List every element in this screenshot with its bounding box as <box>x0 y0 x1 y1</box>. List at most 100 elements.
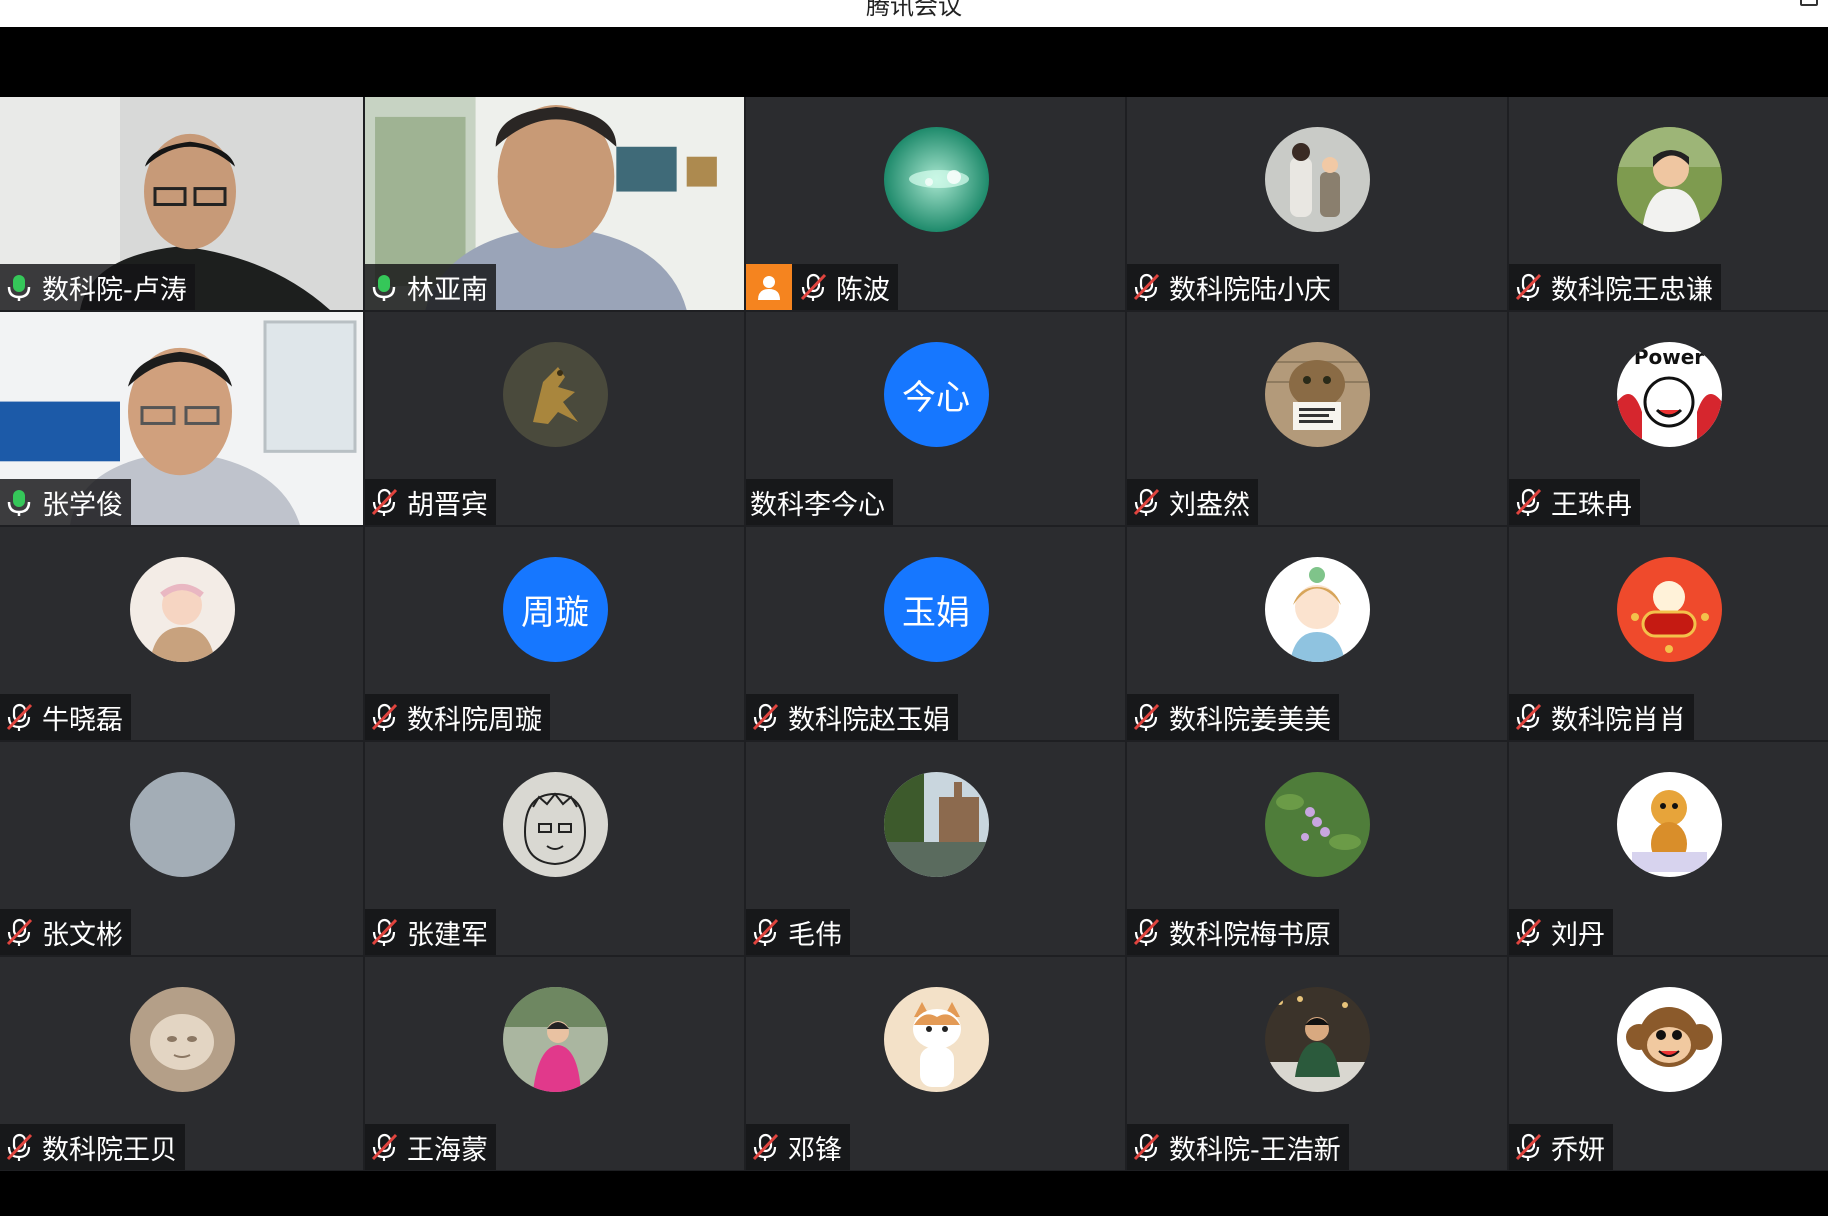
microphone-muted-icon[interactable] <box>1513 1132 1543 1162</box>
participant-tile[interactable]: 数科院-卢涛 <box>0 97 363 310</box>
name-tag: 数科李今心 <box>746 479 893 525</box>
microphone-muted-icon[interactable] <box>1513 917 1543 947</box>
maximize-icon[interactable] <box>1800 0 1818 6</box>
participant-tile[interactable]: 牛晓磊 <box>0 527 363 740</box>
participant-tile[interactable]: 数科院-王浩新 <box>1127 957 1507 1170</box>
participant-name: 刘盎然 <box>1169 489 1250 521</box>
microphone-muted-icon[interactable] <box>1131 917 1161 947</box>
microphone-muted-icon[interactable] <box>798 272 828 302</box>
microphone-muted-icon[interactable] <box>4 917 34 947</box>
participant-tile[interactable]: 张建军 <box>365 742 744 955</box>
participant-tile[interactable]: 林亚南 <box>365 97 744 310</box>
participant-tile[interactable]: 刘盎然 <box>1127 312 1507 525</box>
participant-name: 王海蒙 <box>407 1134 488 1166</box>
bottom-toolbar <box>0 1171 1828 1216</box>
microphone-muted-icon[interactable] <box>1513 272 1543 302</box>
participant-tile[interactable]: Power 王珠冉 <box>1509 312 1828 525</box>
name-tag: 数科院-卢涛 <box>0 264 195 310</box>
text-avatar: 今心 <box>883 342 989 447</box>
name-tag: 数科院肖肖 <box>1509 694 1694 740</box>
name-tag: 乔妍 <box>1509 1124 1613 1170</box>
microphone-muted-icon[interactable] <box>1513 487 1543 517</box>
participant-tile[interactable]: 数科院肖肖 <box>1509 527 1828 740</box>
microphone-muted-icon[interactable] <box>1513 702 1543 732</box>
name-tag: 数科院赵玉娟 <box>746 694 958 740</box>
avatar <box>129 557 235 662</box>
name-tag: 数科院梅书原 <box>1127 909 1339 955</box>
participant-tile[interactable]: 毛伟 <box>746 742 1125 955</box>
participant-name: 邓锋 <box>788 1134 842 1166</box>
avatar <box>1265 987 1370 1092</box>
microphone-muted-icon[interactable] <box>369 917 399 947</box>
name-tag: 数科院王贝 <box>0 1124 185 1170</box>
participant-name: 毛伟 <box>788 919 842 951</box>
participant-name: 张学俊 <box>42 489 123 521</box>
participant-tile[interactable]: 张学俊 <box>0 312 363 525</box>
avatar <box>1265 557 1370 662</box>
microphone-muted-icon[interactable] <box>1131 702 1161 732</box>
participant-tile[interactable]: 今心数科李今心 <box>746 312 1125 525</box>
avatar <box>1265 342 1370 447</box>
participant-tile[interactable]: 数科院姜美美 <box>1127 527 1507 740</box>
avatar <box>502 342 608 447</box>
microphone-muted-icon[interactable] <box>750 917 780 947</box>
participant-tile[interactable]: 数科院梅书原 <box>1127 742 1507 955</box>
name-tag: 张学俊 <box>0 479 131 525</box>
participant-name: 数科院-王浩新 <box>1169 1134 1341 1166</box>
participant-tile[interactable]: 胡晋宾 <box>365 312 744 525</box>
avatar <box>1616 557 1722 662</box>
microphone-icon[interactable] <box>4 487 34 517</box>
microphone-muted-icon[interactable] <box>369 487 399 517</box>
name-tag: 胡晋宾 <box>365 479 496 525</box>
host-badge-icon <box>746 264 792 310</box>
window-title: 腾讯会议 <box>866 0 962 20</box>
avatar <box>883 987 989 1092</box>
participant-name: 数科院王贝 <box>42 1134 177 1166</box>
avatar <box>1265 772 1370 877</box>
participant-tile[interactable]: 玉娟数科院赵玉娟 <box>746 527 1125 740</box>
participant-tile[interactable]: 乔妍 <box>1509 957 1828 1170</box>
microphone-icon[interactable] <box>4 272 34 302</box>
participant-name: 数科院王忠谦 <box>1551 274 1713 306</box>
avatar <box>502 987 608 1092</box>
participant-tile[interactable]: 数科院陆小庆 <box>1127 97 1507 310</box>
participant-name: 数科院陆小庆 <box>1169 274 1331 306</box>
participant-tile[interactable]: 邓锋 <box>746 957 1125 1170</box>
avatar <box>129 987 235 1092</box>
participant-grid: 数科院-卢涛 林亚南 陈波 数科院陆小庆 数科院王忠谦 张学俊 胡晋宾 今心 数科李今心 刘盎然 P… <box>0 97 1828 1171</box>
microphone-muted-icon[interactable] <box>1131 487 1161 517</box>
microphone-icon[interactable] <box>369 272 399 302</box>
microphone-muted-icon[interactable] <box>369 702 399 732</box>
text-avatar: 周璇 <box>502 557 608 662</box>
participant-tile[interactable]: 陈波 <box>746 97 1125 310</box>
microphone-muted-icon[interactable] <box>369 1132 399 1162</box>
participant-tile[interactable]: 张文彬 <box>0 742 363 955</box>
microphone-muted-icon[interactable] <box>4 1132 34 1162</box>
top-toolbar <box>0 27 1828 97</box>
microphone-muted-icon[interactable] <box>750 1132 780 1162</box>
name-tag: 数科院-王浩新 <box>1127 1124 1349 1170</box>
microphone-muted-icon[interactable] <box>4 702 34 732</box>
participant-tile[interactable]: 周璇数科院周璇 <box>365 527 744 740</box>
avatar <box>1616 987 1722 1092</box>
participant-name: 乔妍 <box>1551 1134 1605 1166</box>
participant-name: 数科院-卢涛 <box>42 274 187 306</box>
participant-name: 刘丹 <box>1551 919 1605 951</box>
participant-tile[interactable]: 王海蒙 <box>365 957 744 1170</box>
name-tag: 邓锋 <box>746 1124 850 1170</box>
name-tag: 王海蒙 <box>365 1124 496 1170</box>
participant-tile[interactable]: 数科院王忠谦 <box>1509 97 1828 310</box>
name-tag: 数科院周璇 <box>365 694 550 740</box>
microphone-muted-icon[interactable] <box>750 702 780 732</box>
microphone-muted-icon[interactable] <box>1131 1132 1161 1162</box>
microphone-muted-icon[interactable] <box>1131 272 1161 302</box>
text-avatar: 玉娟 <box>883 557 989 662</box>
participant-name: 数科院肖肖 <box>1551 704 1686 736</box>
avatar <box>129 772 235 877</box>
participant-tile[interactable]: 数科院王贝 <box>0 957 363 1170</box>
participant-tile[interactable]: 刘丹 <box>1509 742 1828 955</box>
participant-name: 陈波 <box>836 274 890 306</box>
name-tag: 王珠冉 <box>1509 479 1640 525</box>
avatar <box>502 772 608 877</box>
participant-name: 数科李今心 <box>750 489 885 521</box>
